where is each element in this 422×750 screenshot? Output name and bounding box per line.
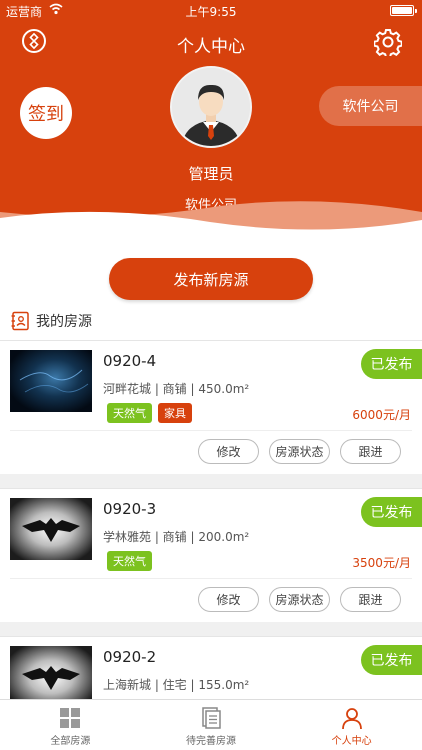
listing-thumbnail bbox=[10, 498, 92, 560]
tab-label: 全部房源 bbox=[50, 736, 91, 747]
listing-status-button[interactable]: 房源状态 bbox=[269, 439, 330, 464]
listing-title: 0920-3 bbox=[103, 500, 157, 518]
tab-label: 待完善房源 bbox=[186, 736, 236, 747]
listing-status-button[interactable]: 房源状态 bbox=[269, 587, 330, 612]
listing-price: 3500元/月 bbox=[352, 556, 411, 570]
status-badge: 已发布 bbox=[361, 645, 422, 675]
gear-icon[interactable] bbox=[374, 28, 402, 56]
listing-thumbnail bbox=[10, 350, 92, 412]
status-badge: 已发布 bbox=[361, 349, 422, 379]
listing-title: 0920-4 bbox=[103, 352, 157, 370]
tab-all-listings[interactable]: 全部房源 bbox=[0, 700, 141, 750]
divider bbox=[10, 578, 412, 579]
listing-actions: 修改 房源状态 跟进 bbox=[198, 439, 401, 464]
publish-area: 发布新房源 我的房源 bbox=[0, 250, 422, 340]
clock: 上午9:55 bbox=[185, 5, 237, 19]
listing-actions: 修改 房源状态 跟进 bbox=[198, 587, 401, 612]
status-badge: 已发布 bbox=[361, 497, 422, 527]
listing-subtitle: 学林雅苑 | 商铺 | 200.0m² bbox=[103, 530, 250, 544]
listing-price: 6000元/月 bbox=[352, 408, 411, 422]
listing-tags: 天然气 bbox=[107, 551, 152, 571]
user-avatar-icon bbox=[172, 68, 250, 146]
section-title: 我的房源 bbox=[10, 310, 92, 332]
tab-pending-listings[interactable]: 待完善房源 bbox=[141, 700, 282, 750]
battery-icon bbox=[390, 5, 417, 16]
listing-subtitle: 河畔花城 | 商铺 | 450.0m² bbox=[103, 382, 250, 396]
publish-listing-button[interactable]: 发布新房源 bbox=[109, 258, 313, 300]
status-bar: 运营商 上午9:55 bbox=[0, 0, 422, 22]
listing-title: 0920-2 bbox=[103, 648, 157, 666]
tab-bar: 全部房源 待完善房源 个人中心 bbox=[0, 699, 422, 750]
edit-button[interactable]: 修改 bbox=[198, 439, 259, 464]
listing-subtitle: 上海新城 | 住宅 | 155.0m² bbox=[103, 678, 250, 692]
company-tag[interactable]: 软件公司 bbox=[319, 86, 422, 126]
tag-furniture: 家具 bbox=[158, 403, 192, 423]
tag-gas: 天然气 bbox=[107, 551, 152, 571]
avatar[interactable] bbox=[170, 66, 252, 148]
section-title-label: 我的房源 bbox=[36, 314, 92, 330]
checkin-button[interactable]: 签到 bbox=[20, 87, 72, 139]
tab-profile[interactable]: 个人中心 bbox=[281, 700, 422, 750]
profile-header: 个人中心 签到 软件公司 管理员 软件公司 bbox=[0, 22, 422, 250]
user-name: 管理员 bbox=[188, 165, 234, 183]
divider bbox=[10, 430, 412, 431]
tab-label: 个人中心 bbox=[331, 736, 372, 747]
contacts-book-icon bbox=[11, 311, 29, 331]
edit-button[interactable]: 修改 bbox=[198, 587, 259, 612]
follow-up-button[interactable]: 跟进 bbox=[340, 587, 401, 612]
document-icon bbox=[202, 707, 221, 729]
person-icon bbox=[341, 708, 362, 730]
grid-icon bbox=[60, 708, 81, 728]
listing-card[interactable]: 0920-4 河畔花城 | 商铺 | 450.0m² 天然气 家具 已发布 60… bbox=[0, 340, 422, 474]
page-title: 个人中心 bbox=[177, 37, 245, 57]
listing-card[interactable]: 0920-3 学林雅苑 | 商铺 | 200.0m² 天然气 已发布 3500元… bbox=[0, 488, 422, 622]
tag-gas: 天然气 bbox=[107, 403, 152, 423]
header-wave bbox=[0, 201, 422, 250]
follow-up-button[interactable]: 跟进 bbox=[340, 439, 401, 464]
listing-tags: 天然气 家具 bbox=[107, 403, 192, 423]
